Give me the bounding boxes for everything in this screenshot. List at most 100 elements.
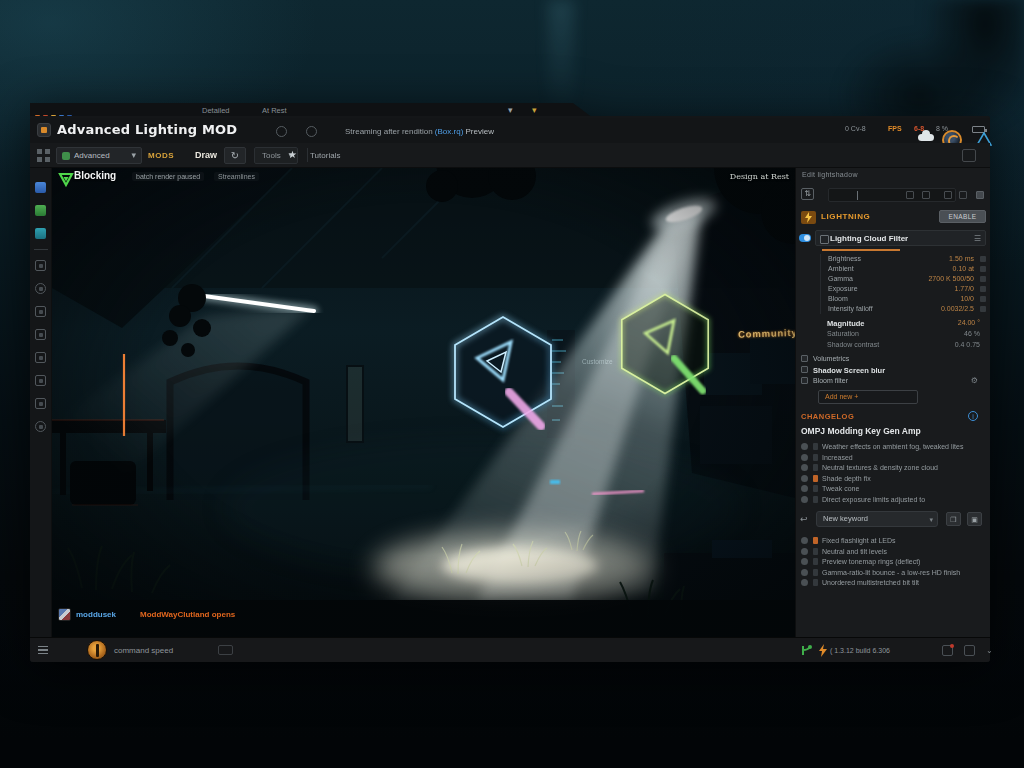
- chat-username[interactable]: moddusek: [76, 610, 116, 619]
- changelog-item[interactable]: Neutral textures & density zone cloud: [800, 463, 988, 474]
- property-row[interactable]: Ambient0.10 at: [821, 264, 988, 274]
- refresh-button[interactable]: ↻: [224, 147, 246, 164]
- mods-label[interactable]: MODS: [148, 151, 174, 160]
- tab-at-rest[interactable]: At Rest: [262, 106, 287, 115]
- changelog-item[interactable]: Unordered multistretched bit tilt: [800, 578, 988, 589]
- chevron-down-icon[interactable]: ▾: [508, 105, 513, 115]
- doc-icon[interactable]: [964, 645, 975, 656]
- rail-gear-icon[interactable]: [35, 260, 46, 271]
- prop-value: 2700 K 500/50: [928, 275, 974, 282]
- extra-row[interactable]: Magnitude24.00 °: [820, 318, 988, 329]
- prop-icon[interactable]: [980, 296, 986, 302]
- rail-layers-icon[interactable]: [35, 352, 46, 363]
- file-icon: [813, 548, 818, 555]
- toggle-label: Volumetrics: [813, 355, 849, 362]
- rail-misc-icon[interactable]: [35, 421, 46, 432]
- property-row[interactable]: Bloom10/0: [821, 294, 988, 304]
- menu-lines-icon[interactable]: [38, 646, 48, 654]
- swap-icon[interactable]: ⇅: [801, 188, 814, 200]
- property-row[interactable]: Exposure1.77/0: [821, 284, 988, 294]
- tool-icon-2[interactable]: [922, 191, 930, 199]
- crumb-link[interactable]: (Box.rq): [435, 127, 463, 136]
- prop-icon[interactable]: [980, 276, 986, 282]
- toggle-row[interactable]: Volumetrics: [800, 354, 988, 365]
- changelog-item[interactable]: Weather effects on ambient fog, tweaked …: [800, 442, 988, 453]
- extra-label: Shadow contrast: [827, 341, 879, 348]
- viewport[interactable]: Customize: [52, 168, 795, 637]
- brand-note-2: Streamlines: [214, 172, 259, 181]
- prop-icon[interactable]: [980, 256, 986, 262]
- radio: [801, 548, 808, 555]
- extra-row[interactable]: Shadow contrast0.4 0.75: [820, 340, 988, 351]
- branch-icon[interactable]: [800, 644, 814, 657]
- menu-icon[interactable]: ☰: [974, 234, 981, 243]
- rail-globe-icon[interactable]: [35, 283, 46, 294]
- changelog-item[interactable]: Shade depth fix: [800, 474, 988, 485]
- changelog-item[interactable]: Increased: [800, 453, 988, 464]
- apps-icon[interactable]: [942, 645, 953, 656]
- prop-icon[interactable]: [980, 306, 986, 312]
- tool-icon-active[interactable]: [976, 191, 984, 199]
- info-icon[interactable]: [306, 126, 317, 137]
- rail-grid-icon[interactable]: [35, 228, 46, 239]
- rail-shield-icon[interactable]: [35, 306, 46, 317]
- rail-columns-icon[interactable]: [35, 375, 46, 386]
- checkbox[interactable]: [801, 355, 808, 362]
- rail-assets-icon[interactable]: [35, 205, 46, 216]
- changelog-item[interactable]: Direct exposure limits adjusted to: [800, 495, 988, 506]
- layout-icon[interactable]: [962, 149, 976, 162]
- changelog-item[interactable]: Gamma-ratio-lit bounce - a low-res HD fi…: [800, 568, 988, 579]
- add-new-button[interactable]: Add new +: [818, 390, 918, 404]
- toggle-row[interactable]: Bloom filter⚙: [800, 376, 988, 387]
- toggle-row[interactable]: Shadow Screen blur: [800, 365, 988, 376]
- chevron-down-icon-2[interactable]: ▾: [532, 105, 537, 115]
- grid-view-icon[interactable]: [37, 149, 50, 162]
- attach-button[interactable]: ❐: [946, 512, 961, 526]
- rail-divider: [34, 249, 48, 250]
- mute-icon[interactable]: [276, 126, 287, 137]
- draw-button[interactable]: Draw: [195, 150, 217, 160]
- tool-icon-1[interactable]: [906, 191, 914, 199]
- panel-search-input[interactable]: [828, 188, 956, 202]
- file-icon: [813, 558, 818, 565]
- rail-user-icon[interactable]: [35, 182, 46, 193]
- crumb-preview[interactable]: Preview: [466, 127, 494, 136]
- tool-icon-3[interactable]: [944, 191, 952, 199]
- keyword-input[interactable]: New keyword▾: [816, 511, 938, 527]
- prop-icon[interactable]: [980, 286, 986, 292]
- advanced-dropdown[interactable]: Advanced▾: [56, 147, 142, 164]
- extra-row[interactable]: Saturation46 %: [820, 329, 988, 340]
- checkbox[interactable]: [801, 377, 808, 384]
- property-row[interactable]: Intensity falloff0.0032/2.5: [821, 304, 988, 314]
- changelog-info-icon[interactable]: i: [968, 411, 978, 421]
- changelog-item[interactable]: Fixed flashlight at LEDs: [800, 536, 988, 547]
- changelog-item[interactable]: Preview tonemap rings (deflect): [800, 557, 988, 568]
- chat-line: moddusek ModdWayClutland opens: [58, 608, 458, 622]
- tutorials-button[interactable]: Tutorials: [310, 151, 340, 160]
- gear-icon[interactable]: ⚙: [971, 376, 978, 385]
- tab-detailed[interactable]: Detailed: [202, 106, 230, 115]
- app-icon[interactable]: [37, 123, 51, 137]
- tool-icon-4[interactable]: [959, 191, 967, 199]
- cloud-icon[interactable]: [918, 134, 934, 141]
- enable-button[interactable]: ENABLE: [939, 210, 986, 223]
- command-label[interactable]: command speed: [114, 646, 173, 655]
- prop-icon[interactable]: [980, 266, 986, 272]
- radio: [801, 464, 808, 471]
- rail-box-icon[interactable]: [35, 329, 46, 340]
- collapse-icon[interactable]: ⌄: [986, 646, 993, 655]
- property-row[interactable]: Gamma2700 K 500/50: [821, 274, 988, 284]
- chat-avatar[interactable]: [58, 608, 71, 621]
- filter-box[interactable]: Lighting Cloud Filter ☰: [815, 230, 986, 246]
- panel-toolbar: ⇅: [796, 184, 991, 206]
- bottom-avatar[interactable]: [87, 640, 107, 660]
- changelog-item[interactable]: Neutral and tilt levels: [800, 547, 988, 558]
- copy-button[interactable]: ▣: [967, 512, 982, 526]
- changelog-item[interactable]: Tweak cone: [800, 484, 988, 495]
- bolt-icon[interactable]: [818, 644, 828, 657]
- checkbox[interactable]: [801, 366, 808, 373]
- property-row[interactable]: Brightness1.50 ms: [821, 254, 988, 264]
- rail-square-icon[interactable]: [35, 398, 46, 409]
- star-icon[interactable]: ★: [288, 149, 297, 160]
- filter-toggle[interactable]: [799, 234, 811, 242]
